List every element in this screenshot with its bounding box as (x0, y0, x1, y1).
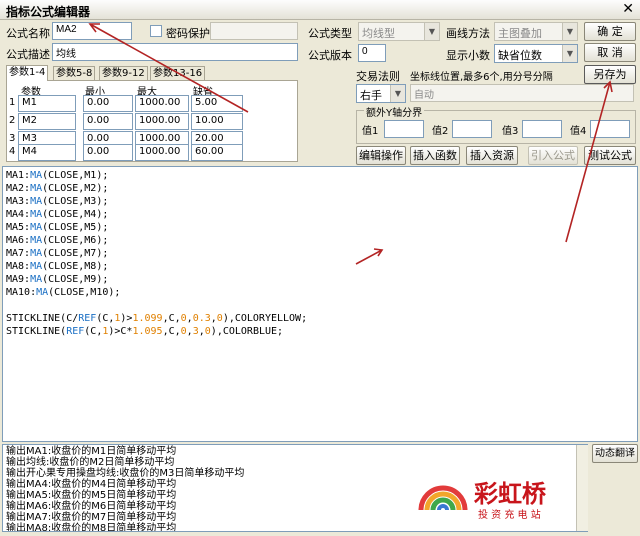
y-axis-value-3-input[interactable] (522, 120, 562, 138)
param-row-number: 1 (9, 97, 16, 108)
hand-select[interactable]: 右手 ▼ (356, 84, 406, 103)
param-max-cell[interactable]: 1000.00 (135, 95, 189, 112)
output-line: 输出MA4:收盘价的M4日简单移动平均 (6, 479, 177, 490)
param-name-cell[interactable]: M2 (18, 113, 76, 130)
coord-line-hint: 坐标线位置,最多6个,用分号分隔 (410, 72, 553, 83)
ok-button[interactable]: 确 定 (584, 22, 636, 41)
close-icon[interactable]: ✕ (622, 1, 634, 17)
output-line: 输出MA5:收盘价的M5日简单移动平均 (6, 490, 177, 501)
tab-params-9-12[interactable]: 参数9-12 (99, 66, 148, 81)
formula-type-value: 均线型 (362, 27, 395, 40)
draw-method-select[interactable]: 主图叠加 ▼ (494, 22, 578, 41)
edit-ops-button[interactable]: 编辑操作 (356, 146, 406, 165)
decimal-label: 显示小数 (446, 49, 490, 62)
coord-line-input[interactable]: 自动 (410, 84, 634, 102)
output-line: 输出开心果专用操盘均线:收盘价的M3日简单移动平均 (6, 468, 245, 479)
watermark-tagline: 投 资 充 电 站 (478, 510, 541, 521)
param-max-cell[interactable]: 1000.00 (135, 113, 189, 130)
tab-params-1-4[interactable]: 参数1-4 (6, 65, 49, 81)
formula-type-label: 公式类型 (308, 27, 352, 40)
tab-params-13-16[interactable]: 参数13-16 (150, 66, 206, 81)
y-axis-value-1-label: 值1 (362, 126, 379, 137)
decimal-value: 缺省位数 (498, 49, 542, 62)
tab-params-5-8[interactable]: 参数5-8 (53, 66, 96, 81)
formula-desc-label: 公式描述 (6, 48, 50, 61)
insert-function-button[interactable]: 插入函数 (410, 146, 460, 165)
code-line: MA7:MA(CLOSE,M7); (6, 248, 109, 259)
formula-version-label: 公式版本 (308, 49, 352, 62)
code-line: MA9:MA(CLOSE,M9); (6, 274, 109, 285)
password-input[interactable] (210, 22, 298, 40)
chevron-down-icon: ▼ (562, 45, 577, 62)
output-line: 输出MA1:收盘价的M1日简单移动平均 (6, 446, 177, 457)
output-line: 输出MA8:收盘价的M8日简单移动平均 (6, 523, 177, 532)
y-axis-value-2-label: 值2 (432, 126, 449, 137)
draw-method-label: 画线方法 (446, 27, 490, 40)
output-scrollbar[interactable] (576, 445, 588, 531)
y-axis-value-4-input[interactable] (590, 120, 630, 138)
chevron-down-icon: ▼ (562, 23, 577, 40)
import-formula-button[interactable]: 引入公式 (528, 146, 578, 165)
chevron-down-icon: ▼ (390, 85, 405, 102)
param-min-cell[interactable]: 0.00 (83, 113, 133, 130)
draw-method-value: 主图叠加 (498, 27, 542, 40)
param-row-number: 4 (9, 146, 16, 157)
formula-version-input[interactable]: 0 (358, 44, 386, 62)
code-line: MA3:MA(CLOSE,M3); (6, 196, 109, 207)
test-formula-button[interactable]: 测试公式 (584, 146, 636, 165)
output-line: 输出MA7:收盘价的M7日简单移动平均 (6, 512, 177, 523)
param-default-cell[interactable]: 5.00 (191, 95, 243, 112)
chevron-down-icon: ▼ (424, 23, 439, 40)
code-line: STICKLINE(C/REF(C,1)>1.099,C,0,0.3,0),CO… (6, 313, 308, 324)
param-row-number: 3 (9, 133, 16, 144)
watermark-brand: 彩虹桥 (474, 480, 546, 508)
rainbow-logo-icon (418, 485, 468, 511)
output-line: 输出MA6:收盘价的M6日简单移动平均 (6, 501, 177, 512)
param-min-cell[interactable]: 0.00 (83, 95, 133, 112)
code-line: MA1:MA(CLOSE,M1); (6, 170, 109, 181)
window-title: 指标公式编辑器 (6, 5, 91, 19)
y-axis-value-1-input[interactable] (384, 120, 424, 138)
formula-desc-input[interactable]: 均线 (52, 43, 298, 61)
y-axis-value-2-input[interactable] (452, 120, 492, 138)
param-default-cell[interactable]: 60.00 (191, 144, 243, 161)
cancel-button[interactable]: 取 消 (584, 43, 636, 62)
formula-type-select[interactable]: 均线型 ▼ (358, 22, 440, 41)
password-label: 密码保护 (166, 27, 210, 40)
code-line: MA5:MA(CLOSE,M5); (6, 222, 109, 233)
param-max-cell[interactable]: 1000.00 (135, 144, 189, 161)
hand-value: 右手 (360, 89, 382, 102)
param-name-cell[interactable]: M1 (18, 95, 76, 112)
y-axis-value-4-label: 值4 (570, 126, 587, 137)
y-axis-group-title: 额外Y轴分界 (364, 104, 425, 119)
formula-name-input[interactable]: MA2 (52, 22, 132, 40)
translate-button[interactable]: 动态翻译 (592, 444, 638, 463)
password-checkbox[interactable] (150, 25, 162, 37)
formula-editor[interactable]: MA1:MA(CLOSE,M1); MA2:MA(CLOSE,M2); MA3:… (2, 166, 638, 442)
trade-rule-label: 交易法则 (356, 70, 400, 83)
code-line: MA10:MA(CLOSE,M10); (6, 287, 121, 298)
formula-name-label: 公式名称 (6, 27, 50, 40)
output-line: 输出均线:收盘价的M2日简单移动平均 (6, 457, 175, 468)
y-axis-value-3-label: 值3 (502, 126, 519, 137)
param-default-cell[interactable]: 10.00 (191, 113, 243, 130)
insert-resource-button[interactable]: 插入资源 (466, 146, 518, 165)
decimal-select[interactable]: 缺省位数 ▼ (494, 44, 578, 63)
title-bar: 指标公式编辑器 ✕ (0, 0, 640, 20)
param-min-cell[interactable]: 0.00 (83, 144, 133, 161)
params-table: 参数 最小 最大 缺省 1 M1 0.00 1000.00 5.00 2 M2 … (6, 80, 298, 162)
code-line: MA4:MA(CLOSE,M4); (6, 209, 109, 220)
param-name-cell[interactable]: M4 (18, 144, 76, 161)
code-line: MA6:MA(CLOSE,M6); (6, 235, 109, 246)
save-as-button[interactable]: 另存为 (584, 65, 636, 84)
code-line: MA8:MA(CLOSE,M8); (6, 261, 109, 272)
code-line: MA2:MA(CLOSE,M2); (6, 183, 109, 194)
code-line: STICKLINE(REF(C,1)>C*1.095,C,0,3,0),COLO… (6, 326, 284, 337)
param-row-number: 2 (9, 115, 16, 126)
